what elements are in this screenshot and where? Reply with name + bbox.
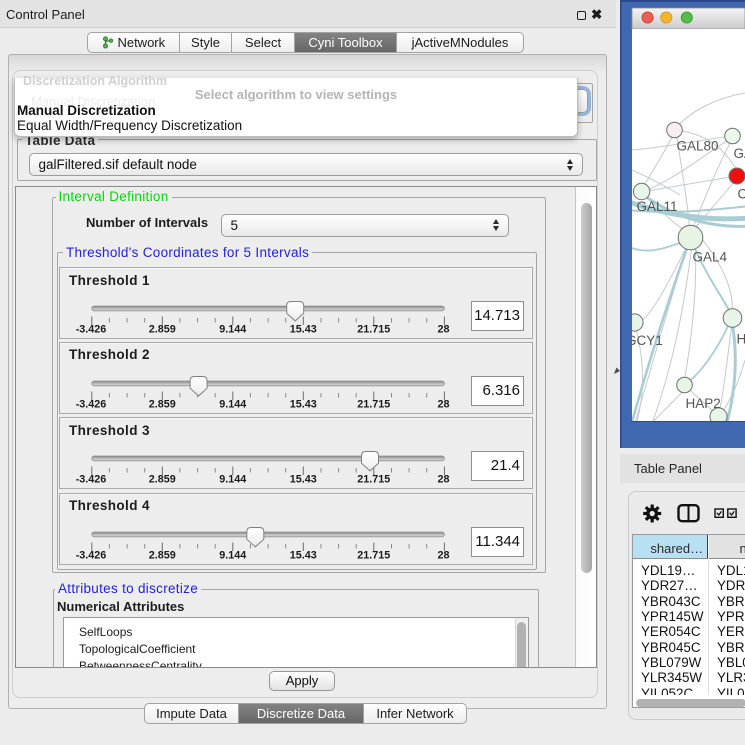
svg-text:GA: GA: [734, 146, 745, 161]
svg-text:15.43: 15.43: [290, 549, 317, 561]
svg-text:-3.426: -3.426: [76, 324, 107, 336]
svg-text:HAP2: HAP2: [686, 396, 721, 411]
svg-text:28: 28: [437, 324, 449, 336]
svg-text:H: H: [737, 332, 745, 347]
svg-text:2.859: 2.859: [149, 549, 176, 561]
svg-text:21.715: 21.715: [357, 549, 390, 561]
svg-text:-3.426: -3.426: [76, 474, 107, 486]
svg-text:21.715: 21.715: [357, 324, 390, 336]
svg-text:2.859: 2.859: [149, 474, 176, 486]
svg-text:15.43: 15.43: [290, 324, 317, 336]
svg-text:C: C: [738, 187, 745, 202]
svg-text:21.715: 21.715: [357, 474, 390, 486]
svg-text:-3.426: -3.426: [76, 549, 107, 561]
svg-text:15.43: 15.43: [290, 398, 317, 410]
svg-text:2.859: 2.859: [149, 324, 176, 336]
svg-text:2.859: 2.859: [149, 398, 176, 410]
svg-text:28: 28: [437, 549, 449, 561]
svg-text:9.144: 9.144: [219, 324, 246, 336]
svg-text:21.715: 21.715: [357, 398, 390, 410]
svg-text:GAL11: GAL11: [637, 199, 678, 214]
svg-text:28: 28: [437, 398, 449, 410]
svg-text:28: 28: [437, 474, 449, 486]
svg-text:9.144: 9.144: [219, 398, 246, 410]
svg-text:GAL4: GAL4: [693, 250, 728, 265]
svg-text:-3.426: -3.426: [76, 398, 107, 410]
svg-text:GAL80: GAL80: [677, 139, 719, 154]
svg-text:9.144: 9.144: [219, 549, 246, 561]
svg-text:15.43: 15.43: [290, 474, 317, 486]
svg-text:9.144: 9.144: [219, 474, 246, 486]
